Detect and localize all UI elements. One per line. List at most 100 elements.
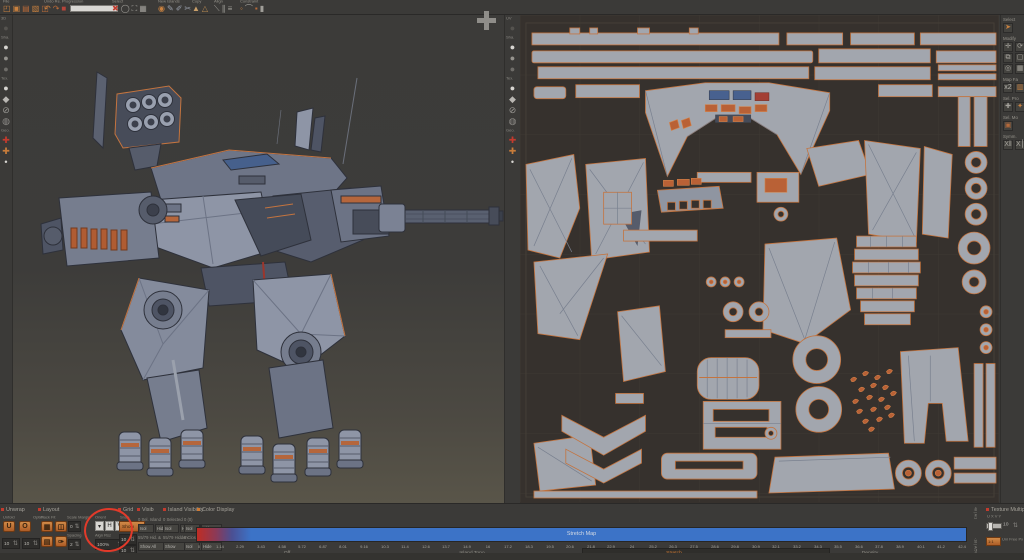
deselect-icon[interactable]: ✖: [112, 4, 119, 13]
align-diag-icon[interactable]: ⟍: [214, 4, 220, 13]
menu-align[interactable]: Align: [214, 0, 223, 4]
texture-toggle[interactable]: ●: [508, 83, 518, 93]
rail-constraint-icon[interactable]: ▮: [260, 4, 264, 13]
cut-pen-icon[interactable]: ✎: [167, 4, 174, 13]
margin-spinner[interactable]: 0⇅: [68, 521, 81, 532]
seams-toggle[interactable]: ✚: [1, 135, 11, 145]
menu-constraint[interactable]: Constraint: [240, 0, 258, 4]
uv-grid-toggle[interactable]: ◍: [508, 116, 518, 126]
visibility-button-isol[interactable]: Isol: [163, 524, 179, 533]
texel-density-slider[interactable]: [986, 523, 1002, 529]
sidebar-grid-icon[interactable]: ▦: [1015, 64, 1024, 74]
texture-toggle[interactable]: ●: [1, 83, 11, 93]
arc-constraint-icon[interactable]: ⌒: [245, 4, 253, 13]
viewport-mode-button[interactable]: ●: [508, 23, 518, 33]
pack-button[interactable]: ▦: [41, 521, 53, 532]
grid-map-toggle[interactable]: ⊘: [508, 105, 518, 115]
rotate-shortcut-label[interactable]: -18 | A/5%: [972, 538, 977, 553]
undo-icon[interactable]: ↶: [44, 4, 51, 13]
uv-islands-layer: [520, 14, 999, 503]
menu-file[interactable]: File: [3, 0, 9, 4]
viewport3d-toggle-strip: 3D●Sha.●●●Tex.●◆⊘◍Geo.✚✚•: [0, 14, 13, 503]
flat-toggle[interactable]: ●: [1, 64, 11, 74]
save-icon[interactable]: ▤: [22, 4, 30, 13]
points-toggle[interactable]: •: [1, 157, 11, 167]
import-icon[interactable]: ▣: [13, 4, 21, 13]
orient-dropdown[interactable]: ▾: [95, 521, 104, 531]
pack-group-button[interactable]: ▤: [41, 536, 53, 547]
sidebar-move-icon[interactable]: ✛: [1003, 42, 1013, 52]
unfold-button[interactable]: U: [3, 521, 15, 532]
shaded-toggle[interactable]: ●: [508, 42, 518, 52]
pack-fit-button[interactable]: ◫: [55, 521, 67, 532]
align-horiz-icon[interactable]: ≡: [228, 4, 233, 13]
sidebar-box-icon[interactable]: ▢: [1015, 53, 1024, 63]
sidebar-chip-icon[interactable]: ▥: [1015, 83, 1024, 93]
sidebar-pointer-icon[interactable]: ➤: [1003, 23, 1013, 33]
strip-label: 3D: [1, 16, 7, 19]
sidebar-scale-icon[interactable]: ⧉: [1003, 53, 1013, 63]
pack-fit-label: Pack Fit: [41, 515, 55, 520]
pan-widget-icon[interactable]: [477, 11, 496, 30]
wireframe-toggle[interactable]: ●: [508, 53, 518, 63]
seams-toggle[interactable]: ✚: [508, 135, 518, 145]
stretch-gradient-bar[interactable]: Stretch Map: [196, 527, 967, 542]
rotate-shortcut-label[interactable]: 48 | A/1: [972, 507, 977, 519]
menu-select[interactable]: Select: [112, 0, 123, 4]
island-brush-icon[interactable]: ◉: [158, 4, 165, 13]
pin-icon[interactable]: ◦: [240, 4, 243, 13]
cuts-toggle[interactable]: ✚: [508, 146, 518, 156]
viewport-3d[interactable]: [13, 14, 504, 503]
flat-toggle[interactable]: ●: [508, 64, 518, 74]
menu-new-islands[interactable]: New Islands: [158, 0, 180, 4]
checker-toggle[interactable]: ◆: [508, 94, 518, 104]
menu-undo-re-progression[interactable]: Undo Re. Progression: [44, 0, 83, 4]
visibility-count: 55/79 Hid. &: [138, 536, 161, 540]
sidebar-plus-icon[interactable]: ✚: [1003, 102, 1013, 112]
section-title: Unwrap: [6, 506, 25, 512]
cuts-toggle[interactable]: ✚: [1, 146, 11, 156]
paste-stamp-icon[interactable]: △: [202, 4, 208, 13]
orient-h-toggle[interactable]: H: [105, 521, 114, 531]
sidebar-star-icon[interactable]: ✦: [1015, 102, 1024, 112]
redo-icon[interactable]: ↷: [53, 4, 60, 13]
viewport-uv[interactable]: [520, 14, 999, 503]
grid-x-spinner[interactable]: 10⇅: [119, 534, 137, 545]
wireframe-toggle[interactable]: ●: [1, 53, 11, 63]
points-toggle[interactable]: •: [508, 157, 518, 167]
sidebar-ring-icon[interactable]: ◎: [1003, 64, 1013, 74]
strip-label: Geo.: [506, 128, 513, 131]
align-vert-icon[interactable]: ∥: [222, 4, 226, 13]
ratio-1-1-button[interactable]: 1:1: [986, 537, 1001, 546]
visibility-button-isol[interactable]: Isol: [138, 524, 154, 533]
lasso-icon[interactable]: ◯: [121, 4, 130, 13]
menu-copy[interactable]: Copy: [192, 0, 201, 4]
bottom-panel: Unwrap Unfold Optim U O 10⇅ 10⇅ Layout P…: [0, 503, 1024, 554]
sidebar-rotate-icon[interactable]: ⟳: [1015, 42, 1024, 52]
sidebar-ysym-icon[interactable]: X⎮: [1015, 140, 1024, 150]
checker-toggle[interactable]: ◆: [1, 94, 11, 104]
optim-button[interactable]: O: [19, 521, 31, 532]
uv-grid-toggle[interactable]: ◍: [1, 116, 11, 126]
visib-section: Visib 0 Sel. IslandIsolHide55/79 Hid. &S…: [136, 504, 162, 554]
weld-pen-icon[interactable]: ✐: [176, 4, 183, 13]
texel-stepper[interactable]: ⇅: [1013, 522, 1018, 529]
grid-map-toggle[interactable]: ⊘: [1, 105, 11, 115]
open-project-icon[interactable]: ◰: [3, 4, 11, 13]
save-as-icon[interactable]: ▧: [32, 4, 40, 13]
rect-select-icon[interactable]: ⛶: [132, 4, 138, 13]
viewport-mode-button[interactable]: ●: [1, 23, 11, 33]
unfold-iterations-spinner[interactable]: 10⇅: [2, 538, 20, 549]
sidebar-xsym-icon[interactable]: X‖: [1003, 140, 1013, 150]
sidebar-x2chip-icon[interactable]: x2: [1003, 83, 1013, 93]
grid-select-icon[interactable]: ▦: [139, 4, 147, 13]
scissors-icon[interactable]: ✂: [184, 4, 191, 13]
edge-constraint-icon[interactable]: ▪: [255, 4, 258, 13]
status-bar: uvIsland.[PrimType = "Island" Hide/Show …: [0, 553, 1024, 560]
spacing-spinner[interactable]: 2⇅: [68, 539, 81, 550]
pack-brush-button[interactable]: ✑: [55, 536, 67, 547]
stop-icon[interactable]: ■: [61, 4, 66, 13]
shaded-toggle[interactable]: ●: [1, 42, 11, 52]
sidebar-patch-icon[interactable]: ▣: [1003, 121, 1013, 131]
copy-stamp-icon[interactable]: ▲: [192, 4, 200, 13]
